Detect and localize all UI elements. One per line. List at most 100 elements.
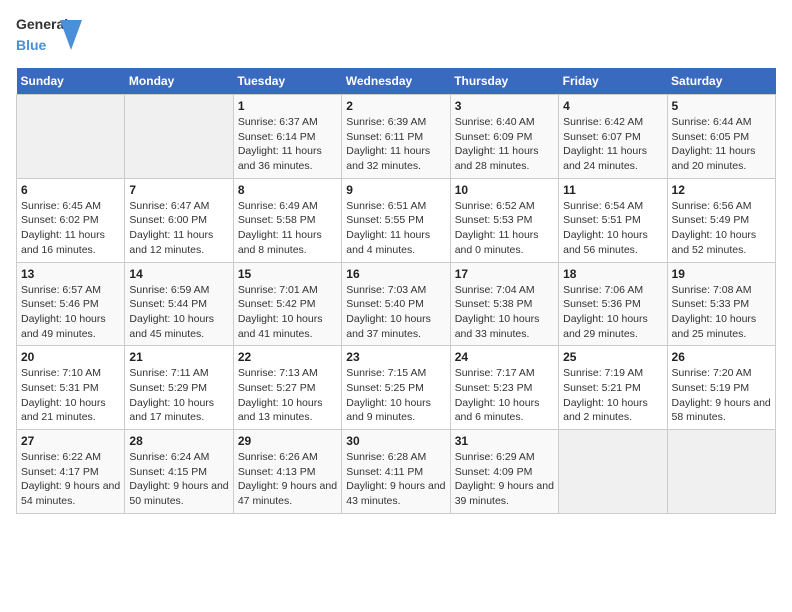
- weekday-header-tuesday: Tuesday: [233, 68, 341, 95]
- day-number: 2: [346, 99, 445, 113]
- weekday-header-friday: Friday: [559, 68, 667, 95]
- day-number: 4: [563, 99, 662, 113]
- calendar-cell: 31Sunrise: 6:29 AMSunset: 4:09 PMDayligh…: [450, 430, 558, 514]
- calendar-cell: [17, 95, 125, 179]
- day-info: Sunrise: 7:13 AMSunset: 5:27 PMDaylight:…: [238, 366, 337, 425]
- day-number: 13: [21, 267, 120, 281]
- day-number: 29: [238, 434, 337, 448]
- day-info: Sunrise: 6:56 AMSunset: 5:49 PMDaylight:…: [672, 199, 771, 258]
- day-info: Sunrise: 6:47 AMSunset: 6:00 PMDaylight:…: [129, 199, 228, 258]
- calendar-cell: 28 Sunrise: 6:24 AMSunset: 4:15 PMDayligh…: [125, 430, 233, 514]
- day-number: 9: [346, 183, 445, 197]
- calendar-cell: 15 Sunrise: 7:01 AMSunset: 5:42 PMDayligh…: [233, 262, 341, 346]
- weekday-header-wednesday: Wednesday: [342, 68, 450, 95]
- day-info: Sunrise: 7:10 AMSunset: 5:31 PMDaylight:…: [21, 366, 120, 425]
- calendar-week-row: 13 Sunrise: 6:57 AMSunset: 5:46 PMDayligh…: [17, 262, 776, 346]
- day-info: Sunrise: 6:29 AMSunset: 4:09 PMDaylight:…: [455, 450, 554, 509]
- day-number: 11: [563, 183, 662, 197]
- page-header: General Blue: [16, 16, 776, 56]
- day-number: 19: [672, 267, 771, 281]
- calendar-cell: 23 Sunrise: 7:15 AMSunset: 5:25 PMDayligh…: [342, 346, 450, 430]
- day-info: Sunrise: 6:39 AMSunset: 6:11 PMDaylight:…: [346, 115, 445, 174]
- day-info: Sunrise: 7:19 AMSunset: 5:21 PMDaylight:…: [563, 366, 662, 425]
- calendar-cell: 8 Sunrise: 6:49 AMSunset: 5:58 PMDaylight…: [233, 178, 341, 262]
- logo: General Blue: [16, 16, 64, 56]
- day-number: 21: [129, 350, 228, 364]
- calendar-cell: 13 Sunrise: 6:57 AMSunset: 5:46 PMDayligh…: [17, 262, 125, 346]
- calendar-cell: 19 Sunrise: 7:08 AMSunset: 5:33 PMDayligh…: [667, 262, 775, 346]
- day-info: Sunrise: 7:01 AMSunset: 5:42 PMDaylight:…: [238, 283, 337, 342]
- calendar-cell: [559, 430, 667, 514]
- day-number: 16: [346, 267, 445, 281]
- day-info: Sunrise: 6:40 AMSunset: 6:09 PMDaylight:…: [455, 115, 554, 174]
- calendar-cell: 5Sunrise: 6:44 AMSunset: 6:05 PMDaylight…: [667, 95, 775, 179]
- day-info: Sunrise: 6:59 AMSunset: 5:44 PMDaylight:…: [129, 283, 228, 342]
- weekday-header-monday: Monday: [125, 68, 233, 95]
- calendar-cell: 1 Sunrise: 6:37 AMSunset: 6:14 PMDaylight…: [233, 95, 341, 179]
- calendar-week-row: 27 Sunrise: 6:22 AMSunset: 4:17 PMDayligh…: [17, 430, 776, 514]
- day-number: 15: [238, 267, 337, 281]
- day-info: Sunrise: 7:04 AMSunset: 5:38 PMDaylight:…: [455, 283, 554, 342]
- day-number: 3: [455, 99, 554, 113]
- day-info: Sunrise: 6:45 AMSunset: 6:02 PMDaylight:…: [21, 199, 120, 258]
- day-number: 26: [672, 350, 771, 364]
- calendar-cell: 20Sunrise: 7:10 AMSunset: 5:31 PMDayligh…: [17, 346, 125, 430]
- day-number: 6: [21, 183, 120, 197]
- day-number: 1: [238, 99, 337, 113]
- day-info: Sunrise: 6:54 AMSunset: 5:51 PMDaylight:…: [563, 199, 662, 258]
- calendar-cell: [125, 95, 233, 179]
- day-number: 25: [563, 350, 662, 364]
- day-number: 23: [346, 350, 445, 364]
- day-number: 14: [129, 267, 228, 281]
- day-number: 10: [455, 183, 554, 197]
- calendar-cell: 3 Sunrise: 6:40 AMSunset: 6:09 PMDaylight…: [450, 95, 558, 179]
- calendar-cell: 9 Sunrise: 6:51 AMSunset: 5:55 PMDaylight…: [342, 178, 450, 262]
- day-number: 17: [455, 267, 554, 281]
- day-info: Sunrise: 6:22 AMSunset: 4:17 PMDaylight:…: [21, 450, 120, 509]
- calendar-cell: 14 Sunrise: 6:59 AMSunset: 5:44 PMDayligh…: [125, 262, 233, 346]
- calendar-cell: 2 Sunrise: 6:39 AMSunset: 6:11 PMDaylight…: [342, 95, 450, 179]
- calendar-cell: 24 Sunrise: 7:17 AMSunset: 5:23 PMDayligh…: [450, 346, 558, 430]
- calendar-cell: 26 Sunrise: 7:20 AMSunset: 5:19 PMDayligh…: [667, 346, 775, 430]
- calendar-week-row: 6 Sunrise: 6:45 AMSunset: 6:02 PMDaylight…: [17, 178, 776, 262]
- day-info: Sunrise: 6:49 AMSunset: 5:58 PMDaylight:…: [238, 199, 337, 258]
- calendar-cell: 11 Sunrise: 6:54 AMSunset: 5:51 PMDayligh…: [559, 178, 667, 262]
- calendar-cell: 4 Sunrise: 6:42 AMSunset: 6:07 PMDaylight…: [559, 95, 667, 179]
- day-info: Sunrise: 6:51 AMSunset: 5:55 PMDaylight:…: [346, 199, 445, 258]
- calendar-cell: 7Sunrise: 6:47 AMSunset: 6:00 PMDaylight…: [125, 178, 233, 262]
- day-info: Sunrise: 6:37 AMSunset: 6:14 PMDaylight:…: [238, 115, 337, 174]
- weekday-header-saturday: Saturday: [667, 68, 775, 95]
- day-number: 28: [129, 434, 228, 448]
- calendar-cell: 16 Sunrise: 7:03 AMSunset: 5:40 PMDayligh…: [342, 262, 450, 346]
- day-number: 18: [563, 267, 662, 281]
- calendar-cell: 21 Sunrise: 7:11 AMSunset: 5:29 PMDayligh…: [125, 346, 233, 430]
- calendar-cell: 10 Sunrise: 6:52 AMSunset: 5:53 PMDayligh…: [450, 178, 558, 262]
- day-info: Sunrise: 7:03 AMSunset: 5:40 PMDaylight:…: [346, 283, 445, 342]
- day-info: Sunrise: 6:52 AMSunset: 5:53 PMDaylight:…: [455, 199, 554, 258]
- day-info: Sunrise: 7:08 AMSunset: 5:33 PMDaylight:…: [672, 283, 771, 342]
- calendar-week-row: 1 Sunrise: 6:37 AMSunset: 6:14 PMDaylight…: [17, 95, 776, 179]
- calendar-cell: 22Sunrise: 7:13 AMSunset: 5:27 PMDayligh…: [233, 346, 341, 430]
- calendar-cell: 17 Sunrise: 7:04 AMSunset: 5:38 PMDayligh…: [450, 262, 558, 346]
- day-number: 27: [21, 434, 120, 448]
- day-info: Sunrise: 6:28 AMSunset: 4:11 PMDaylight:…: [346, 450, 445, 509]
- day-number: 24: [455, 350, 554, 364]
- day-info: Sunrise: 6:44 AMSunset: 6:05 PMDaylight:…: [672, 115, 771, 174]
- calendar-cell: 29 Sunrise: 6:26 AMSunset: 4:13 PMDayligh…: [233, 430, 341, 514]
- day-info: Sunrise: 6:42 AMSunset: 6:07 PMDaylight:…: [563, 115, 662, 174]
- day-number: 30: [346, 434, 445, 448]
- day-info: Sunrise: 6:26 AMSunset: 4:13 PMDaylight:…: [238, 450, 337, 509]
- weekday-header-thursday: Thursday: [450, 68, 558, 95]
- day-info: Sunrise: 6:57 AMSunset: 5:46 PMDaylight:…: [21, 283, 120, 342]
- day-info: Sunrise: 7:06 AMSunset: 5:36 PMDaylight:…: [563, 283, 662, 342]
- calendar-cell: 25 Sunrise: 7:19 AMSunset: 5:21 PMDayligh…: [559, 346, 667, 430]
- calendar-cell: 18 Sunrise: 7:06 AMSunset: 5:36 PMDayligh…: [559, 262, 667, 346]
- day-info: Sunrise: 7:15 AMSunset: 5:25 PMDaylight:…: [346, 366, 445, 425]
- day-number: 12: [672, 183, 771, 197]
- day-number: 8: [238, 183, 337, 197]
- day-info: Sunrise: 7:17 AMSunset: 5:23 PMDaylight:…: [455, 366, 554, 425]
- calendar-cell: 6 Sunrise: 6:45 AMSunset: 6:02 PMDaylight…: [17, 178, 125, 262]
- day-info: Sunrise: 7:20 AMSunset: 5:19 PMDaylight:…: [672, 366, 771, 425]
- day-info: Sunrise: 7:11 AMSunset: 5:29 PMDaylight:…: [129, 366, 228, 425]
- day-info: Sunrise: 6:24 AMSunset: 4:15 PMDaylight:…: [129, 450, 228, 509]
